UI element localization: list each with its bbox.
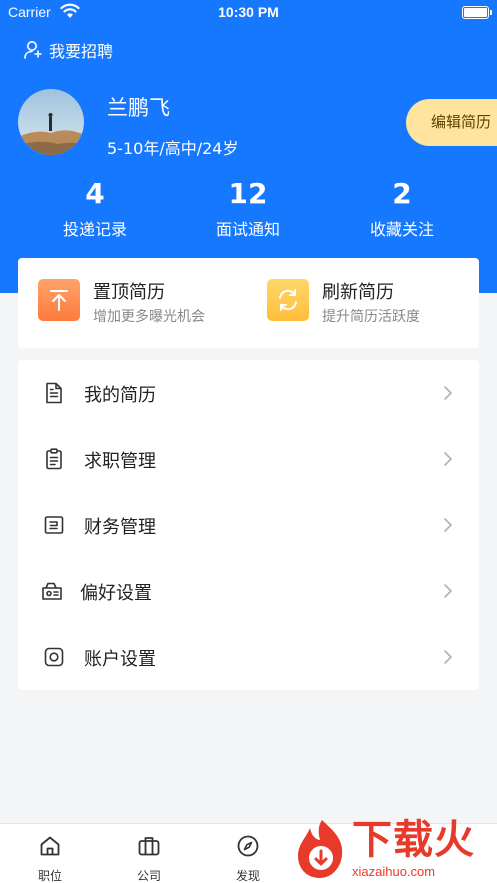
stat-label: 收藏关注 (369, 220, 434, 239)
quick-actions-card: 置顶简历 增加更多曝光机会 刷新简历 提升简历活跃度 (18, 258, 479, 348)
chevron-right-icon (444, 386, 452, 400)
stat-applications[interactable]: 4 投递记录 (15, 177, 175, 240)
quick-action-subtitle: 提升简历活跃度 (322, 309, 420, 325)
menu-label: 账户设置 (84, 649, 156, 670)
refresh-resume-action[interactable]: 刷新简历 提升简历活跃度 (267, 278, 467, 328)
quick-action-title: 刷新简历 (322, 282, 394, 303)
user-name: 兰鹏飞 (107, 96, 170, 120)
menu-item-preferences[interactable]: 偏好设置 (18, 558, 479, 624)
menu-item-account[interactable]: 账户设置 (18, 624, 479, 690)
arrow-up-to-top-icon (38, 279, 80, 321)
stat-value: 4 (85, 177, 105, 210)
status-time: 10:30 PM (218, 4, 279, 20)
avatar-photo (18, 89, 84, 155)
flame-logo-icon (298, 820, 343, 878)
chevron-right-icon (444, 584, 452, 598)
battery-icon (462, 6, 492, 19)
tab-companies[interactable]: 公司 (99, 824, 199, 883)
profile-header: Carrier 10:30 PM 我要招聘 兰鹏飞 5-10年/高中/24岁 编… (0, 0, 497, 293)
menu-item-job-management[interactable]: 求职管理 (18, 426, 479, 492)
stat-interviews[interactable]: 12 面试通知 (168, 177, 328, 240)
briefcase-icon (138, 837, 160, 856)
tab-label: 职位 (37, 869, 62, 883)
edit-resume-button[interactable]: 编辑简历 (406, 99, 497, 146)
quick-action-subtitle: 增加更多曝光机会 (93, 309, 205, 325)
stat-label: 面试通知 (215, 220, 280, 239)
finance-icon (44, 516, 64, 534)
preferences-icon (42, 582, 62, 600)
menu-label: 我的简历 (84, 385, 156, 406)
watermark-title: 下载火 (352, 817, 475, 863)
stat-label: 投递记录 (62, 220, 127, 239)
menu-label: 求职管理 (84, 451, 156, 472)
clipboard-icon (46, 448, 62, 470)
refresh-icon (267, 279, 309, 321)
menu-item-my-resume[interactable]: 我的简历 (18, 360, 479, 426)
chevron-right-icon (444, 518, 452, 532)
stat-favorites[interactable]: 2 收藏关注 (322, 177, 482, 240)
tab-label: 公司 (136, 869, 161, 883)
watermark: 下载火 xiazaihuo.com (290, 816, 497, 883)
avatar[interactable] (18, 89, 84, 155)
stat-value: 12 (228, 177, 268, 210)
quick-action-title: 置顶简历 (93, 282, 165, 303)
menu-label: 财务管理 (84, 517, 156, 538)
settings-menu: 我的简历 求职管理 财务管理 偏好设置 账户设置 (18, 360, 479, 690)
menu-item-finance[interactable]: 财务管理 (18, 492, 479, 558)
tab-label: 发现 (235, 869, 260, 883)
tab-jobs[interactable]: 职位 (0, 824, 100, 883)
user-meta: 5-10年/高中/24岁 (107, 139, 239, 158)
home-icon (40, 836, 60, 856)
menu-label: 偏好设置 (80, 583, 152, 604)
chevron-right-icon (444, 452, 452, 466)
recruit-label: 我要招聘 (49, 42, 114, 61)
recruit-link[interactable]: 我要招聘 (23, 38, 113, 62)
tab-discover[interactable]: 发现 (198, 824, 298, 883)
watermark-subtitle: xiazaihuo.com (352, 864, 436, 879)
pin-resume-action[interactable]: 置顶简历 增加更多曝光机会 (38, 278, 238, 328)
compass-icon (237, 835, 259, 857)
stat-value: 2 (392, 177, 412, 210)
chevron-right-icon (444, 650, 452, 664)
account-icon (44, 647, 64, 667)
document-icon (46, 382, 62, 404)
status-bar: Carrier 10:30 PM (0, 0, 497, 26)
person-icon (24, 41, 42, 59)
